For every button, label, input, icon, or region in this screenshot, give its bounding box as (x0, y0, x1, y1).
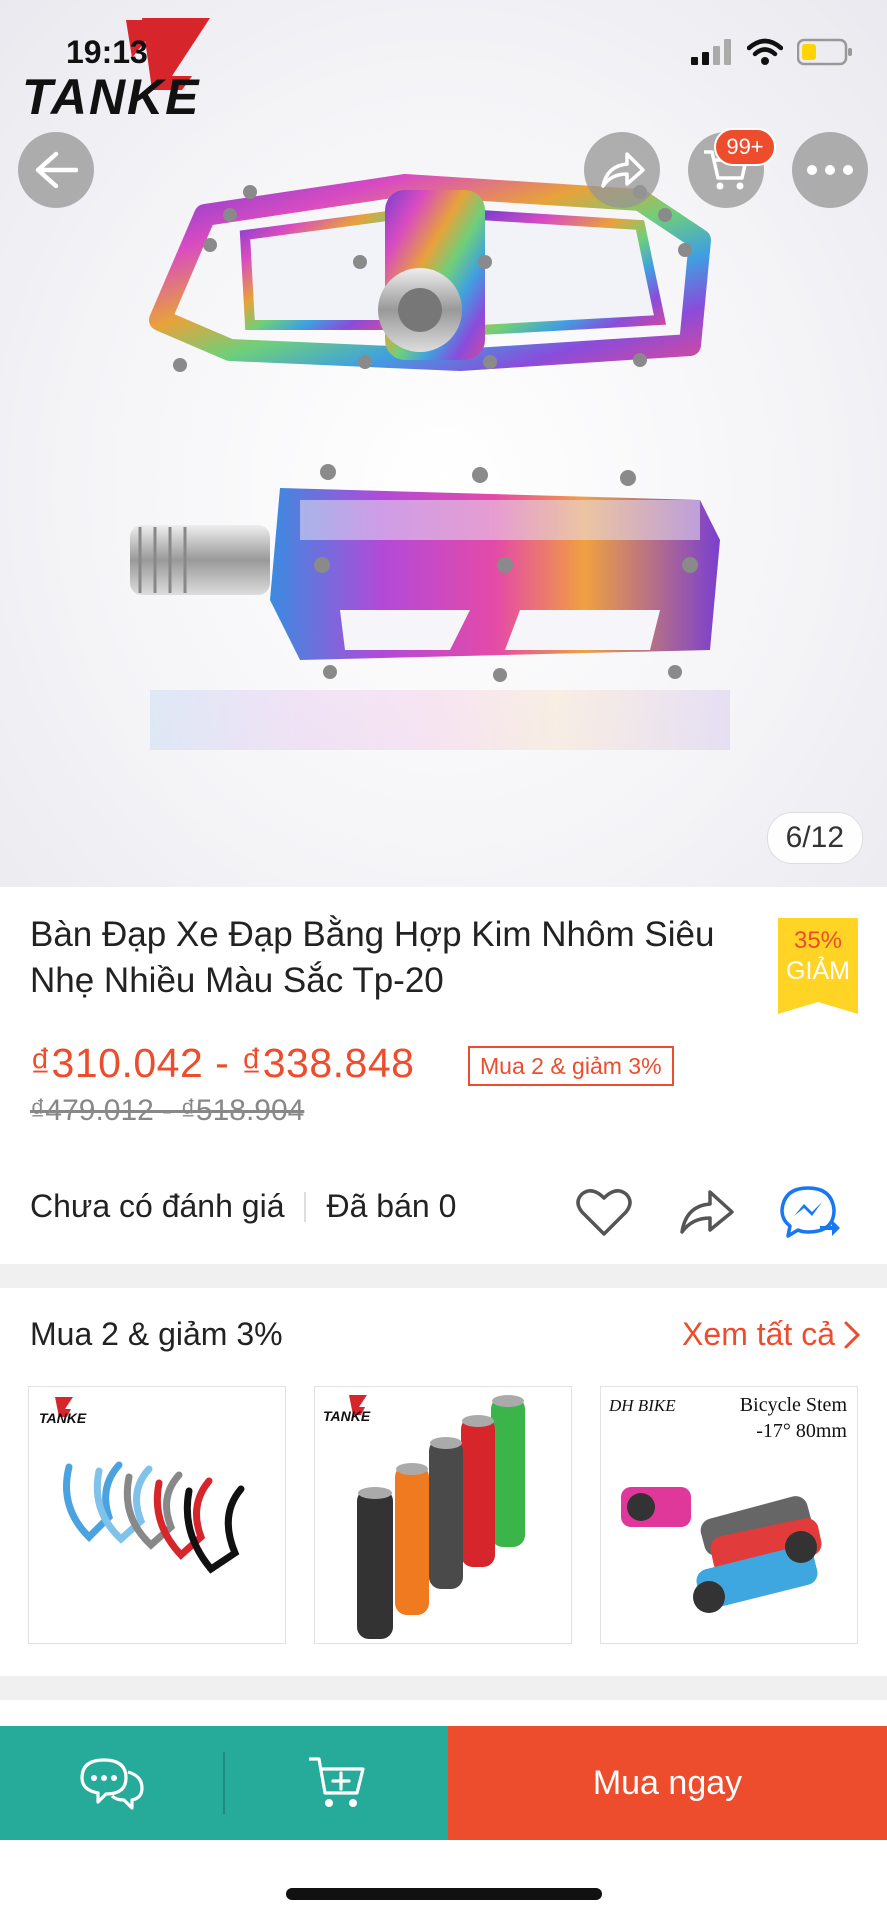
product-stats: Chưa có đánh giá Đã bán 0 (30, 1188, 456, 1225)
bicycle-stem-image: DH BIKE Bicycle Stem -17° 80mm (608, 1394, 848, 1613)
discount-percent: 35% (793, 927, 843, 954)
original-price-range: ₫479.012 - ₫518.904 (30, 1094, 305, 1127)
section-divider (0, 1264, 887, 1288)
see-all-label: Xem tất cả (682, 1316, 835, 1352)
svg-text:TANKE: TANKE (22, 69, 201, 118)
back-button[interactable] (18, 132, 94, 208)
more-options-button[interactable] (792, 132, 868, 208)
section-divider (0, 1676, 887, 1700)
svg-text:DH BIKE: DH BIKE (608, 1396, 676, 1415)
messenger-icon (780, 1186, 840, 1238)
image-counter: 6/12 (766, 812, 863, 864)
share-button[interactable] (584, 132, 660, 208)
combo-item-bottle-cage[interactable]: TANKE (28, 1386, 286, 1644)
messenger-share-button[interactable] (780, 1182, 840, 1242)
add-to-cart-button[interactable] (225, 1726, 448, 1840)
see-all-link[interactable]: Xem tất cả (682, 1316, 861, 1353)
product-title: Bàn Đạp Xe Đạp Bằng Hợp Kim Nhôm Siêu Nh… (30, 915, 715, 1000)
chevron-right-icon (844, 1321, 861, 1348)
sold-count: Đã bán 0 (326, 1188, 457, 1224)
svg-text:-17° 80mm: -17° 80mm (756, 1420, 847, 1442)
back-arrow-icon (35, 151, 78, 189)
favorite-button[interactable] (574, 1182, 634, 1242)
price-range: ₫310.042 - ₫338.848 (30, 1040, 415, 1086)
bottom-action-bar: Mua ngay (0, 1726, 887, 1840)
status-time: 19:13 (66, 34, 148, 70)
buy-now-button[interactable]: Mua ngay (448, 1726, 887, 1840)
handlebar-grips-image: TANKE (323, 1395, 525, 1639)
combo-item-bicycle-stem[interactable]: DH BIKE Bicycle Stem -17° 80mm (600, 1386, 858, 1644)
promo-chip[interactable]: Mua 2 & giảm 3% (468, 1046, 674, 1086)
battery-icon (797, 38, 852, 66)
discount-label: GIẢM (786, 957, 850, 985)
bottle-cage-image: TANKE (39, 1397, 245, 1574)
bottom-left-actions (0, 1726, 448, 1840)
wifi-icon (747, 38, 783, 65)
chat-icon (79, 1758, 144, 1810)
combo-section-title: Mua 2 & giảm 3% (30, 1316, 283, 1352)
discount-tag: 35% GIẢM (778, 918, 858, 1014)
svg-text:TANKE: TANKE (323, 1408, 371, 1424)
share-product-button[interactable] (676, 1182, 736, 1242)
combo-item-handlebar-grips[interactable]: TANKE (314, 1386, 572, 1644)
status-icons (691, 38, 853, 66)
share-icon (680, 1190, 734, 1234)
more-icon (807, 165, 853, 175)
chat-button[interactable] (0, 1726, 223, 1840)
svg-text:Bicycle Stem: Bicycle Stem (740, 1394, 848, 1416)
product-image-gallery[interactable]: 19:13 TANKE 99+ 6/12 (0, 0, 887, 887)
signal-icon (691, 39, 731, 65)
cart-count-badge: 99+ (714, 128, 776, 166)
svg-text:TANKE: TANKE (39, 1410, 87, 1426)
rating-text: Chưa có đánh giá (30, 1188, 285, 1224)
share-icon (601, 152, 645, 188)
stats-divider (304, 1191, 307, 1222)
brand-logo: TANKE (22, 18, 282, 125)
add-to-cart-icon (308, 1757, 365, 1807)
home-indicator (286, 1888, 602, 1900)
heart-icon (576, 1189, 632, 1236)
